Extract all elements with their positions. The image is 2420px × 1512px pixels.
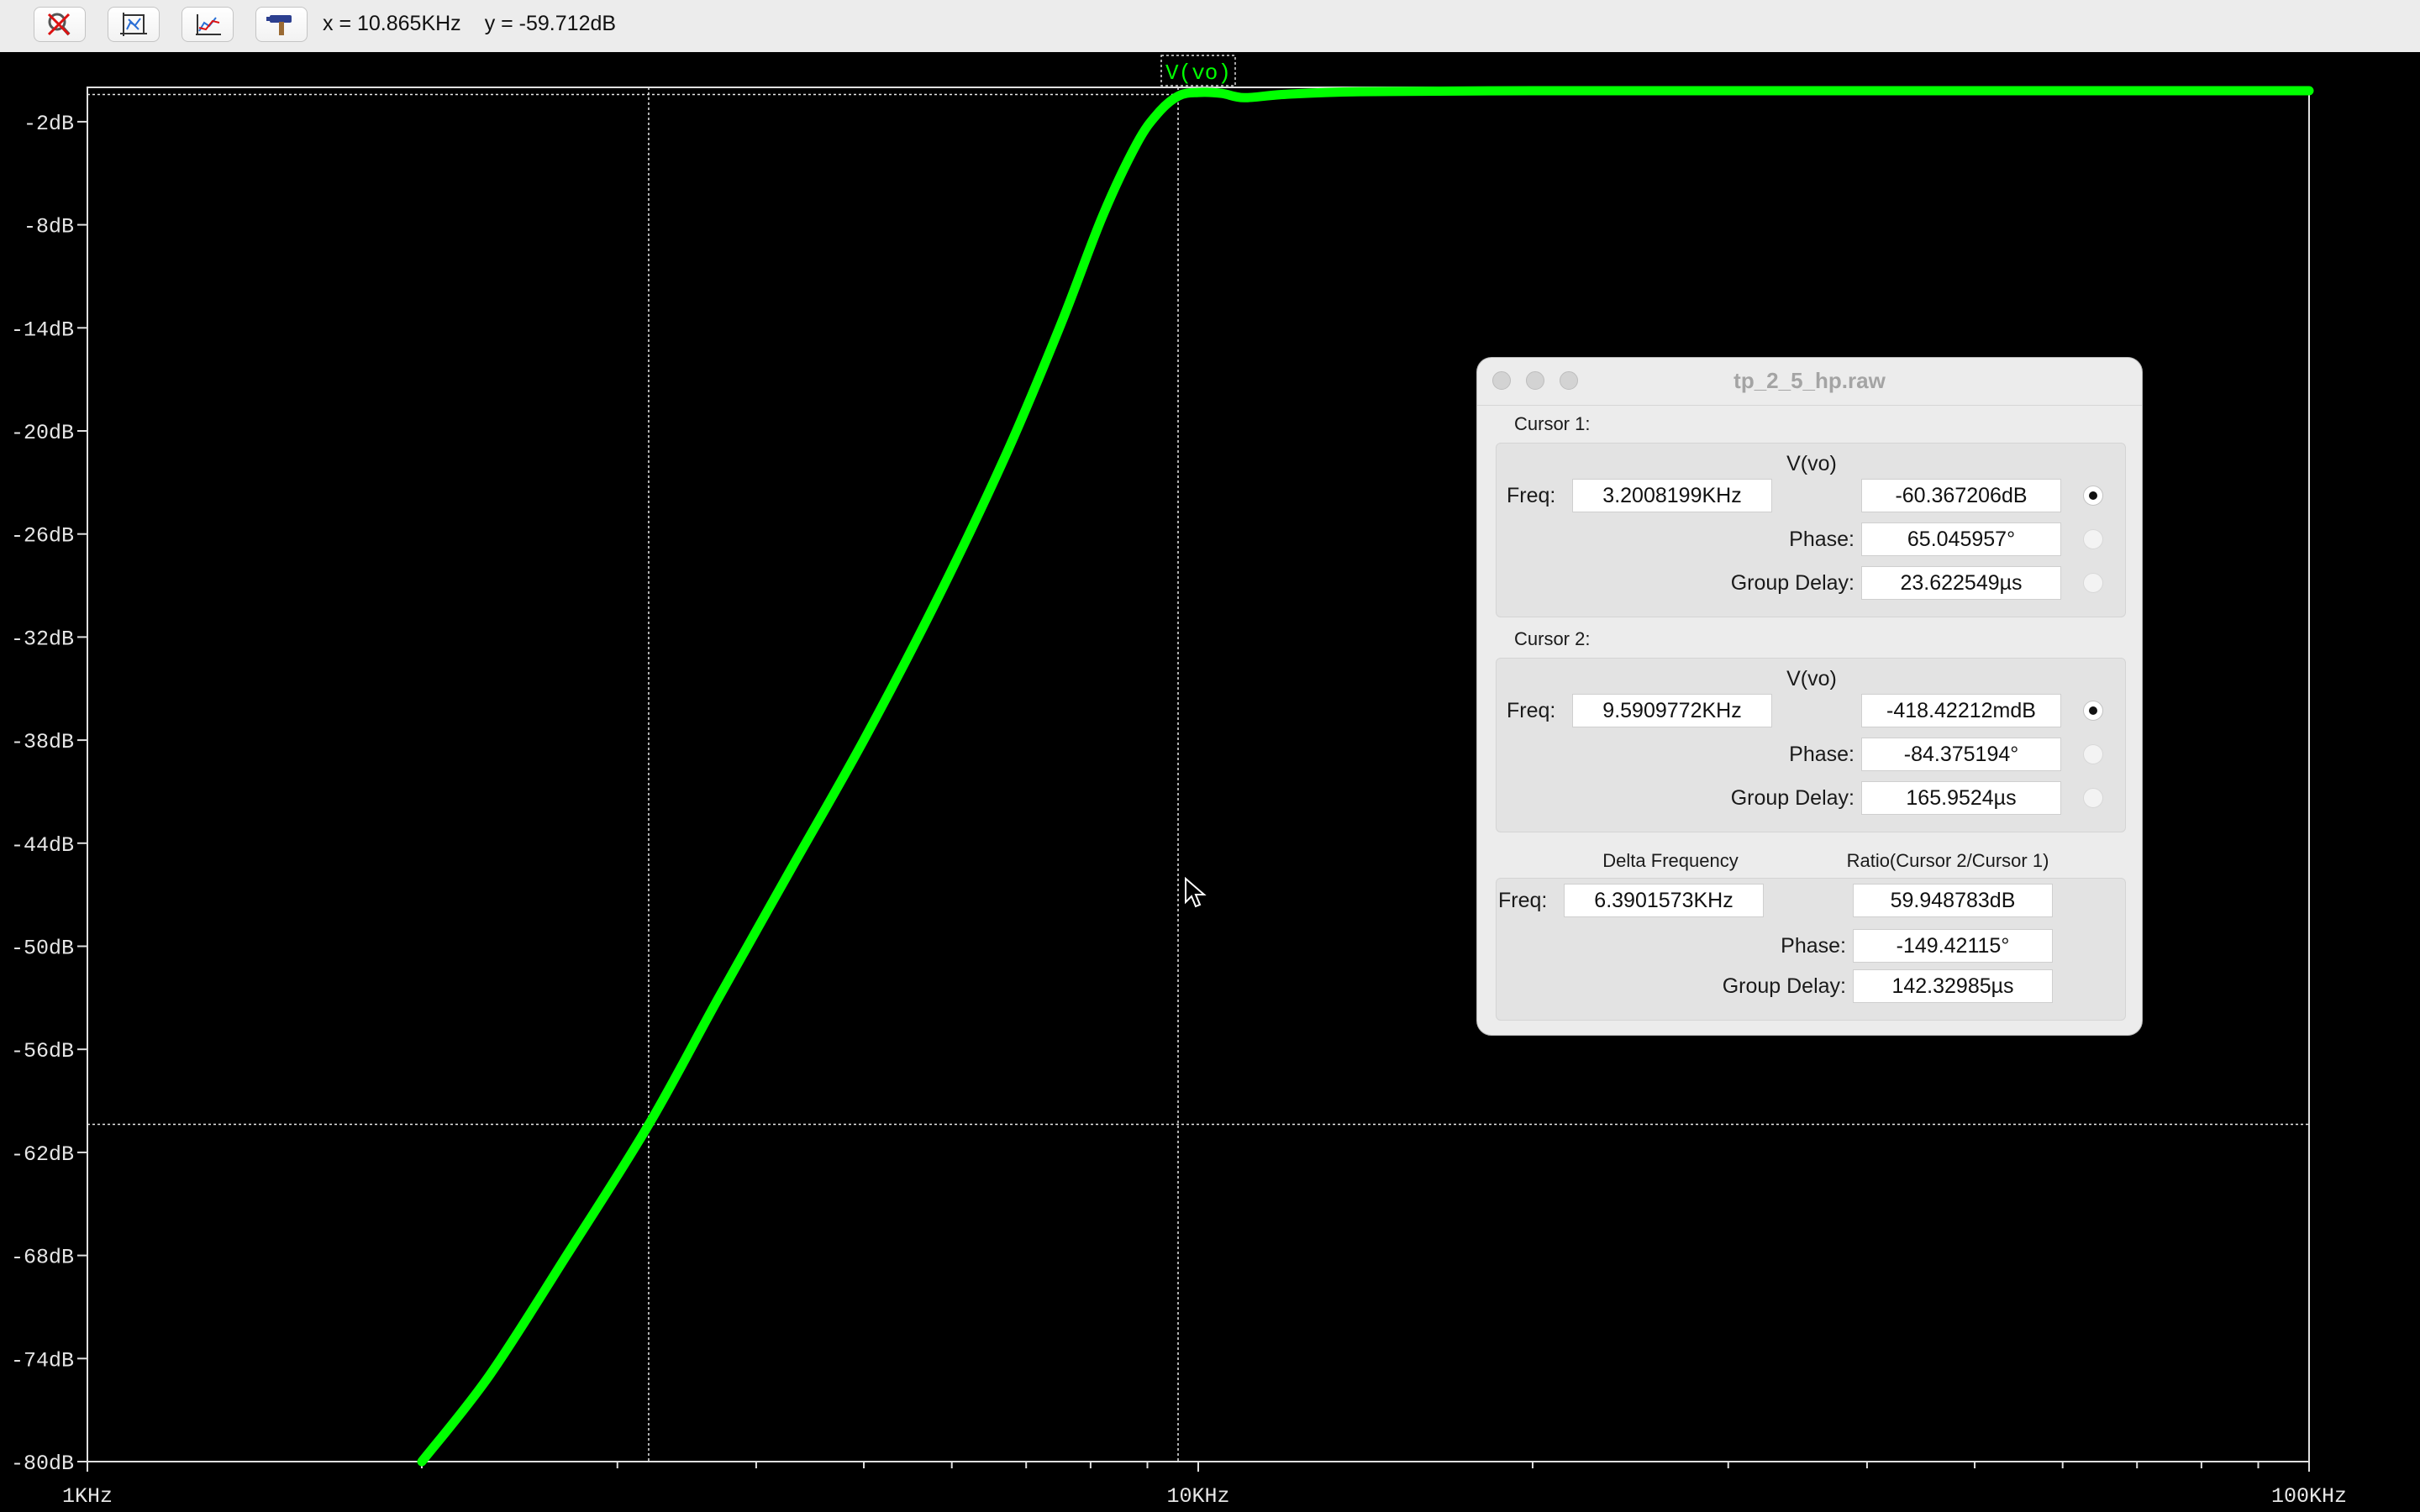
ratio-group-delay-field[interactable]: 142.32985µs [1853,969,2053,1003]
y-tick-label: -20dB [11,421,74,445]
cursor2-trace-name: V(vo) [1786,667,1837,690]
cursor2-phase-field[interactable]: -84.375194° [1861,738,2061,771]
cursor1-phase-label: Phase: [1789,528,1854,551]
mouse-pointer-icon [1185,877,1207,908]
y-tick-label: -50dB [11,937,74,961]
cursor2-group-delay-field[interactable]: 165.9524µs [1861,781,2061,815]
y-tick-label: -74dB [11,1348,74,1373]
cursor2-group-delay-radio[interactable] [2083,788,2103,808]
y-tick-label: -56dB [11,1039,74,1063]
cursor-dialog[interactable]: tp_2_5_hp.raw Cursor 1: V(vo) Freq: 3.20… [1476,357,2143,1036]
cursor1-mag-field[interactable]: -60.367206dB [1861,479,2061,512]
x-tick-label: 1KHz [62,1484,113,1509]
trace-label-box[interactable]: V(vo) [1160,55,1236,87]
delta-freq-label: Freq: [1498,889,1548,912]
y-tick-label: -62dB [11,1142,74,1167]
x-tick-label: 10KHz [1166,1484,1229,1509]
y-tick-label: -14dB [11,318,74,342]
y-readout: y = -59.712dB [484,12,617,35]
autorange-icon [120,13,147,36]
cursor1-freq-field[interactable]: 3.2008199KHz [1572,479,1772,512]
y-tick-label: -8dB [24,215,74,239]
y-tick-label: -2dB [24,112,74,136]
dialog-title: tp_2_5_hp.raw [1733,368,1886,393]
y-tick-label: -38dB [11,730,74,754]
cursor-readout: x = 10.865KHz y = -59.712dB [323,12,639,36]
ratio-header: Ratio(Cursor 2/Cursor 1) [1846,850,2049,871]
cursor1-group-delay-field[interactable]: 23.622549µs [1861,566,2061,600]
cursor2-mag-radio[interactable] [2083,701,2103,721]
y-tick-label: -44dB [11,833,74,858]
x-tick-label: 100KHz [2271,1484,2347,1509]
y-tick-label: -32dB [11,627,74,651]
cursor2-freq-label: Freq: [1507,699,1556,722]
cursor1-trace-name: V(vo) [1786,452,1837,475]
cursor2-section-label: Cursor 2: [1514,628,1591,649]
ratio-group-delay-label: Group Delay: [1722,974,1846,998]
ratio-mag-field[interactable]: 59.948783dB [1853,884,2053,917]
cursor1-phase-field[interactable]: 65.045957° [1861,522,2061,556]
cursor1-group: V(vo) Freq: 3.2008199KHz Mag: -60.367206… [1496,443,2126,617]
zoom-cancel-icon [47,13,71,36]
settings-hammer-button[interactable] [255,7,308,42]
cursor1-section-label: Cursor 1: [1514,413,1591,434]
toolbar: x = 10.865KHz y = -59.712dB [0,0,2420,53]
delta-frequency-header: Delta Frequency [1602,850,1739,871]
cursor1-group-delay-radio[interactable] [2083,573,2103,593]
autorange-button[interactable] [108,7,160,42]
ratio-phase-label: Phase: [1781,934,1846,958]
cursor2-freq-field[interactable]: 9.5909772KHz [1572,694,1772,727]
pick-traces-button[interactable] [182,7,234,42]
cursor1-freq-label: Freq: [1507,484,1556,507]
cursor2-group: V(vo) Freq: 9.5909772KHz Mag: -418.42212… [1496,658,2126,832]
delta-freq-field[interactable]: 6.3901573KHz [1564,884,1764,917]
ratio-phase-field[interactable]: -149.42115° [1853,929,2053,963]
trace-label[interactable]: V(vo) [1165,60,1231,86]
cursor1-mag-radio[interactable] [2083,486,2103,506]
y-tick-label: -26dB [11,524,74,549]
cursor2-phase-label: Phase: [1789,743,1854,766]
cursor2-phase-radio[interactable] [2083,744,2103,764]
pick-traces-icon [196,14,221,35]
cursor2-mag-field[interactable]: -418.42212mdB [1861,694,2061,727]
y-tick-label: -80dB [11,1452,74,1476]
zoom-cancel-button[interactable] [34,7,86,42]
cursor1-phase-radio[interactable] [2083,529,2103,549]
cursor1-group-delay-label: Group Delay: [1730,571,1854,595]
hammer-icon [266,15,292,35]
y-tick-label: -68dB [11,1246,74,1270]
cursor2-group-delay-label: Group Delay: [1730,786,1854,810]
x-readout: x = 10.865KHz [323,12,461,35]
delta-group: Freq: 6.3901573KHz Mag: 59.948783dB Phas… [1496,878,2126,1021]
dialog-titlebar[interactable]: tp_2_5_hp.raw [1477,358,2142,406]
